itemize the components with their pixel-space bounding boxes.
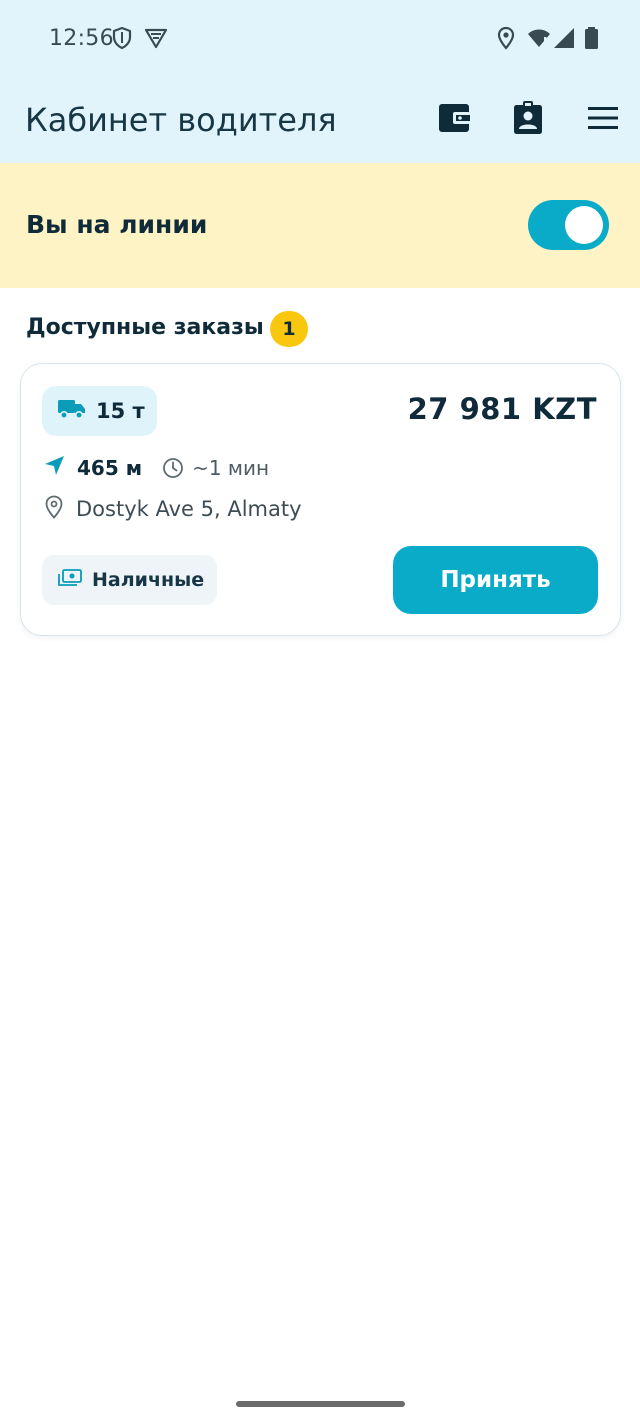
cash-icon — [58, 568, 82, 593]
clock-icon — [162, 457, 184, 479]
order-price: 27 981 KZT — [407, 392, 597, 426]
payment-method: Наличные — [92, 569, 205, 591]
order-distance-row: 465 м ~1 мин — [44, 454, 269, 482]
signal-icon — [552, 26, 576, 50]
status-bar: 12:56 — [0, 0, 640, 78]
location-icon — [494, 26, 518, 50]
wifi-icon — [527, 26, 551, 50]
page-title: Кабинет водителя — [25, 101, 337, 139]
home-indicator[interactable] — [236, 1401, 405, 1407]
payment-method-chip: Наличные — [42, 555, 217, 605]
online-toggle[interactable] — [528, 200, 609, 250]
order-distance: 465 м — [77, 456, 143, 480]
shield-icon — [110, 26, 134, 50]
cargo-weight: 15 т — [96, 399, 145, 423]
menu-button[interactable] — [581, 98, 625, 142]
order-address: Dostyk Ave 5, Almaty — [76, 497, 302, 521]
orders-count-badge: 1 — [270, 311, 308, 347]
menu-icon — [588, 106, 618, 134]
accept-order-button[interactable]: Принять — [393, 546, 598, 614]
order-eta: ~1 мин — [192, 456, 270, 480]
wallet-icon — [438, 103, 470, 138]
vpn-icon — [144, 26, 168, 50]
wallet-button[interactable] — [432, 98, 476, 142]
online-status-label: Вы на линии — [26, 210, 208, 239]
navigation-arrow-icon — [44, 455, 65, 481]
cargo-weight-chip: 15 т — [42, 386, 157, 436]
section-title: Доступные заказы — [26, 315, 264, 340]
id-card-icon — [513, 100, 543, 140]
truck-icon — [58, 398, 86, 425]
toggle-knob — [565, 206, 603, 244]
location-pin-icon — [44, 495, 64, 524]
profile-card-button[interactable] — [506, 98, 550, 142]
battery-icon — [580, 26, 604, 50]
order-address-row: Dostyk Ave 5, Almaty — [44, 494, 302, 524]
status-time: 12:56 — [49, 26, 114, 51]
